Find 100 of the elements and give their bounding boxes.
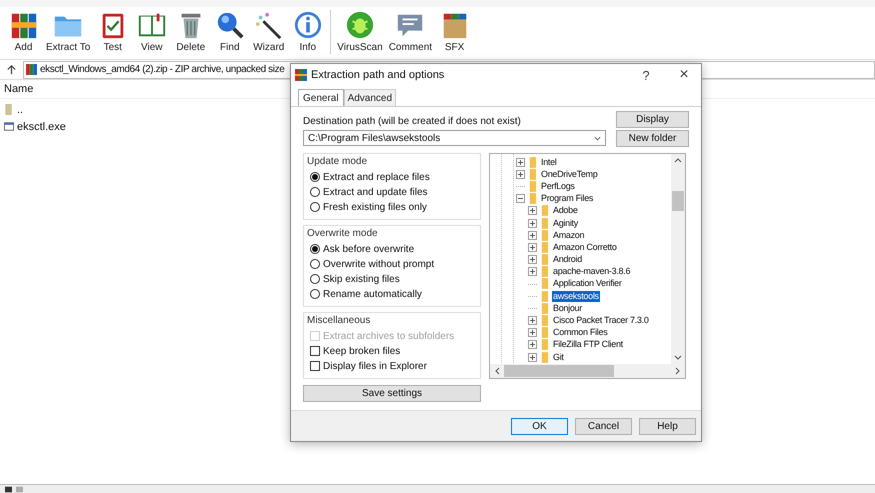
- dialog-title: Extraction path and options: [311, 69, 446, 81]
- up-arrow-icon[interactable]: [6, 64, 17, 75]
- toolbar-button[interactable]: Info: [288, 10, 328, 53]
- archive-icon: [26, 64, 37, 75]
- folder-icon: [540, 302, 549, 314]
- tree-item[interactable]: apache-maven-3.8.6: [552, 266, 632, 278]
- radio-button[interactable]: [310, 259, 320, 269]
- toolbar-button[interactable]: Test: [93, 10, 132, 53]
- folder-icon: [540, 290, 549, 302]
- scroll-down-icon[interactable]: [674, 355, 682, 360]
- folder-icon: [540, 315, 549, 326]
- tab[interactable]: General: [298, 89, 344, 106]
- folder-icon: [528, 193, 537, 204]
- folder-icon: [528, 168, 537, 180]
- tree-item[interactable]: awsekstools: [552, 290, 600, 302]
- toolbar-button[interactable]: Delete: [171, 10, 210, 53]
- radio-label[interactable]: Extract and replace files: [323, 172, 430, 182]
- expand-icon[interactable]: [528, 255, 537, 264]
- radio-label[interactable]: Extract and update files: [323, 186, 428, 198]
- scrollbar-thumb[interactable]: [672, 191, 684, 211]
- scroll-right-icon[interactable]: [675, 367, 680, 375]
- folder-icon: [540, 352, 549, 363]
- toolbar-button[interactable]: Wizard: [249, 10, 288, 53]
- help-button[interactable]: ?: [629, 68, 663, 82]
- radio-button[interactable]: [310, 274, 320, 284]
- tree-item[interactable]: OneDriveTemp: [540, 168, 598, 180]
- save-settings-button[interactable]: Save settings: [303, 385, 481, 402]
- tree-item[interactable]: Amazon: [552, 230, 586, 241]
- collapse-icon[interactable]: [516, 194, 525, 204]
- scroll-left-icon[interactable]: [495, 367, 500, 375]
- toolbar-button[interactable]: Extract To: [43, 10, 94, 53]
- toolbar-button[interactable]: Comment: [386, 10, 436, 53]
- toolbar-button[interactable]: Find: [210, 10, 250, 53]
- tree-item[interactable]: Common Files: [552, 327, 608, 338]
- wand-icon: [254, 10, 284, 40]
- radio-label[interactable]: Rename automatically: [323, 288, 422, 300]
- toolbar-button[interactable]: Add: [4, 10, 43, 53]
- expand-icon[interactable]: [528, 352, 537, 362]
- radio-label[interactable]: Ask before overwrite: [323, 244, 414, 254]
- expand-icon[interactable]: [528, 242, 537, 252]
- tree-item[interactable]: Android: [552, 254, 583, 266]
- bug-icon: [344, 10, 375, 40]
- toolbar-button[interactable]: VirusScan: [334, 10, 386, 53]
- file-name[interactable]: ..: [17, 104, 24, 116]
- scrollbar-thumb[interactable]: [504, 365, 614, 377]
- tree-item[interactable]: Application Verifier: [552, 278, 623, 290]
- expand-icon[interactable]: [528, 328, 537, 338]
- folder-icon: [540, 230, 549, 241]
- tree-item[interactable]: Program Files: [540, 193, 594, 204]
- radio-button[interactable]: [310, 187, 320, 197]
- radio-label[interactable]: Overwrite without prompt: [323, 258, 434, 270]
- expand-icon[interactable]: [528, 316, 537, 326]
- expand-icon[interactable]: [516, 158, 525, 167]
- folder-icon: [540, 205, 549, 216]
- expand-icon[interactable]: [528, 340, 537, 350]
- radio-button[interactable]: [310, 202, 320, 212]
- tree-item[interactable]: Aginity: [552, 218, 579, 229]
- checkbox-label[interactable]: Display files in Explorer: [323, 360, 427, 372]
- folder-icon: [540, 254, 549, 266]
- vertical-scrollbar[interactable]: [671, 154, 685, 364]
- tree-item[interactable]: Intel: [540, 156, 558, 168]
- checkbox[interactable]: [310, 346, 320, 356]
- tree-item[interactable]: Git: [552, 352, 565, 363]
- radio-button[interactable]: [310, 289, 320, 299]
- expand-icon[interactable]: [516, 170, 525, 179]
- tree-item[interactable]: Adobe: [552, 205, 579, 216]
- tree-item[interactable]: PerfLogs: [540, 180, 576, 192]
- horizontal-scrollbar[interactable]: [490, 364, 685, 378]
- toolbar-button[interactable]: SFX: [435, 10, 474, 53]
- expand-icon[interactable]: [528, 206, 537, 216]
- tab[interactable]: Advanced: [344, 89, 396, 106]
- expand-icon[interactable]: [528, 267, 537, 276]
- dialog-button[interactable]: OK: [511, 418, 568, 434]
- drive-icon: [4, 486, 13, 493]
- dialog-button[interactable]: Cancel: [575, 418, 632, 434]
- destination-path-combobox[interactable]: C:\Program Files\awsekstools: [303, 130, 606, 146]
- tree-item[interactable]: FileZilla FTP Client: [552, 339, 624, 350]
- expand-icon[interactable]: [528, 218, 537, 228]
- dialog-button[interactable]: New folder: [616, 130, 689, 147]
- radio-button[interactable]: [310, 172, 320, 182]
- expand-icon[interactable]: [528, 230, 537, 240]
- column-header[interactable]: Name: [4, 83, 34, 95]
- tree-item[interactable]: Amazon Corretto: [552, 242, 618, 253]
- radio-label[interactable]: Fresh existing files only: [323, 202, 427, 212]
- dialog-button[interactable]: Display: [616, 111, 689, 128]
- folder-icon: [540, 339, 549, 350]
- checkbox[interactable]: [310, 361, 320, 371]
- folder-icon: [540, 327, 549, 338]
- radio-button[interactable]: [310, 244, 320, 254]
- archive-icon: [295, 69, 307, 81]
- file-name[interactable]: eksctl.exe: [17, 120, 66, 132]
- close-button[interactable]: ×: [667, 66, 701, 84]
- scroll-up-icon[interactable]: [674, 158, 682, 163]
- toolbar-button[interactable]: View: [132, 10, 172, 53]
- tree-item[interactable]: Bonjour: [552, 302, 583, 314]
- dialog-button[interactable]: Help: [639, 418, 696, 434]
- caret-icon: [594, 136, 601, 140]
- radio-label[interactable]: Skip existing files: [323, 274, 400, 284]
- tree-item[interactable]: Cisco Packet Tracer 7.3.0: [552, 315, 650, 326]
- checkbox-label[interactable]: Keep broken files: [323, 346, 400, 356]
